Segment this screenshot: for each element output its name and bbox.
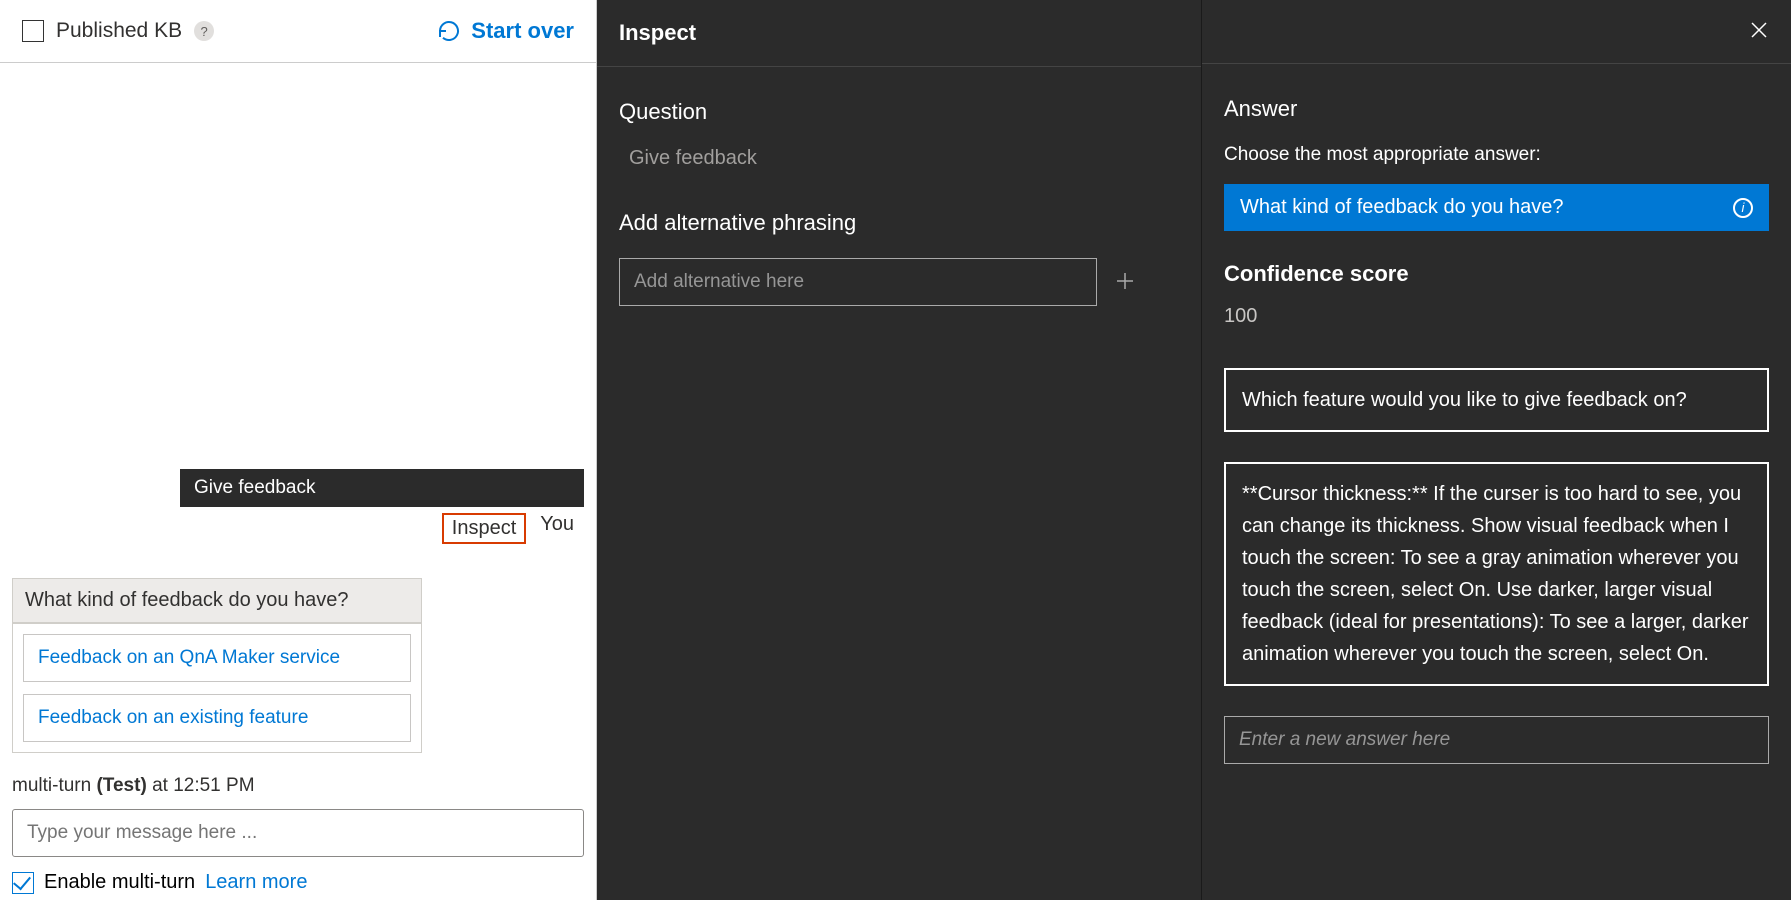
answer-panel: Answer Choose the most appropriate answe… (1202, 0, 1791, 900)
help-icon[interactable]: ? (194, 21, 214, 41)
user-message: Give feedback (180, 469, 584, 507)
chat-panel: Published KB ? Start over Give feedback … (0, 0, 597, 900)
chat-header: Published KB ? Start over (0, 0, 596, 63)
choose-label: Choose the most appropriate answer: (1224, 144, 1769, 166)
bot-badge: (Test) (96, 775, 146, 796)
chat-body: Give feedback Inspect You What kind of f… (0, 63, 596, 797)
feedback-option-qna[interactable]: Feedback on an QnA Maker service (23, 634, 411, 682)
enable-multiturn-checkbox[interactable] (12, 872, 34, 894)
inspect-title: Inspect (619, 20, 696, 45)
published-kb-checkbox[interactable] (22, 20, 44, 42)
selected-answer-text: What kind of feedback do you have? (1240, 196, 1564, 219)
enable-multiturn-label: Enable multi-turn (44, 871, 195, 894)
inspect-header: Inspect (597, 0, 1201, 67)
close-button[interactable] (1749, 20, 1769, 43)
alt-answer-2[interactable]: **Cursor thickness:** If the curser is t… (1224, 462, 1769, 686)
add-phrasing-input[interactable] (619, 258, 1097, 306)
chat-footer: Enable multi-turn Learn more (0, 797, 596, 900)
feedback-option-existing[interactable]: Feedback on an existing feature (23, 694, 411, 742)
start-over-label: Start over (471, 18, 574, 44)
learn-more-link[interactable]: Learn more (205, 871, 307, 894)
question-text: Give feedback (629, 147, 1179, 170)
confidence-value: 100 (1224, 305, 1769, 328)
bot-question: What kind of feedback do you have? (12, 578, 422, 623)
bot-options: Feedback on an QnA Maker service Feedbac… (12, 623, 422, 753)
question-heading: Question (619, 99, 1179, 125)
info-icon[interactable]: i (1733, 198, 1753, 218)
bot-name: multi-turn (12, 775, 91, 796)
inspect-link[interactable]: Inspect (442, 513, 526, 544)
message-input[interactable] (12, 809, 584, 857)
bot-time-prefix: at (152, 775, 168, 796)
bot-time: 12:51 PM (173, 775, 254, 796)
plus-icon (1115, 271, 1135, 291)
inspect-panel: Inspect Question Give feedback Add alter… (597, 0, 1202, 900)
answer-heading: Answer (1224, 96, 1769, 122)
alt-answer-1[interactable]: Which feature would you like to give fee… (1224, 368, 1769, 432)
add-phrasing-button[interactable] (1115, 267, 1135, 298)
selected-answer[interactable]: What kind of feedback do you have? i (1224, 184, 1769, 231)
answer-header (1202, 0, 1791, 64)
published-kb-label: Published KB (56, 19, 182, 43)
you-label: You (540, 513, 574, 544)
refresh-icon (437, 19, 461, 43)
add-phrasing-heading: Add alternative phrasing (619, 210, 1179, 236)
confidence-heading: Confidence score (1224, 261, 1769, 287)
close-icon (1749, 20, 1769, 40)
start-over-button[interactable]: Start over (437, 18, 574, 44)
bot-meta: multi-turn (Test) at 12:51 PM (12, 775, 584, 797)
new-answer-input[interactable] (1224, 716, 1769, 764)
